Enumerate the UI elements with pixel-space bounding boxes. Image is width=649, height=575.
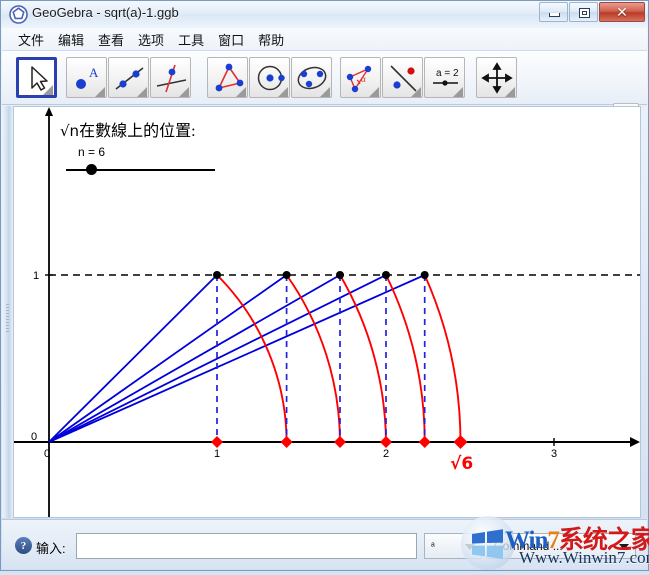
x-tick-label-1: 1 — [214, 448, 220, 460]
input-bar: ? 输入: ᵃ Command ... — [2, 519, 647, 569]
tool-submenu-corner[interactable] — [95, 87, 105, 97]
tool-slider[interactable]: a = 2 — [424, 57, 465, 98]
axis-point-sqrt6 — [453, 435, 468, 449]
blue-dashed-verticals-group — [216, 275, 426, 442]
blue-ray-sqrt5 — [48, 274, 426, 443]
tool-submenu-corner[interactable] — [411, 87, 421, 97]
axis-point-sqrt1 — [211, 436, 223, 448]
blue-ray-sqrt3 — [48, 274, 341, 443]
tool-submenu-corner[interactable] — [137, 87, 147, 97]
x-tick-label-0: 0 — [44, 448, 50, 460]
sqrt6-label: √6 — [450, 454, 473, 474]
svg-text:A: A — [89, 65, 99, 80]
input-label: 输入: — [36, 541, 66, 556]
tool-conic[interactable] — [291, 57, 332, 98]
x-axis-arrow — [630, 437, 640, 447]
red-arc-to-sqrt6 — [423, 274, 462, 443]
tool-submenu-corner[interactable] — [43, 85, 53, 95]
axis-point-sqrt3 — [334, 436, 346, 448]
menu-file[interactable]: 文件 — [11, 28, 51, 51]
superscript-dropdown[interactable]: ᵃ — [424, 533, 482, 559]
tool-submenu-corner[interactable] — [320, 87, 330, 97]
axis-point-sqrt4 — [380, 436, 392, 448]
question-mark-icon[interactable]: ? — [15, 537, 32, 554]
top-point-sqrt2 — [282, 271, 291, 279]
tool-move-graphics-view[interactable] — [476, 57, 517, 98]
menu-view[interactable]: 查看 — [91, 28, 131, 51]
y-tick-label-0: 0 — [31, 431, 37, 443]
tool-submenu-corner[interactable] — [453, 87, 463, 97]
window-title: GeoGebra - sqrt(a)-1.ggb — [32, 5, 179, 20]
algebra-view-splitter[interactable] — [2, 106, 13, 518]
geogebra-logo-icon — [9, 5, 28, 24]
superscript-dropdown-label: ᵃ — [431, 540, 435, 552]
minimize-icon — [549, 13, 560, 17]
chevron-down-icon — [465, 544, 475, 550]
close-icon: ✕ — [616, 3, 628, 20]
y-tick-label-1: 1 — [33, 270, 39, 282]
tool-submenu-corner[interactable] — [505, 87, 515, 97]
maximize-icon — [579, 8, 590, 18]
command-dropdown-label: Command ... — [494, 539, 563, 553]
menu-tools[interactable]: 工具 — [171, 28, 211, 51]
menu-help[interactable]: 帮助 — [251, 28, 291, 51]
tool-submenu-corner[interactable] — [369, 87, 379, 97]
close-button[interactable]: ✕ — [599, 2, 645, 22]
red-arc-to-sqrt4 — [339, 274, 387, 443]
svg-text:α: α — [361, 74, 366, 84]
red-arc-to-sqrt5 — [385, 274, 426, 443]
window-controls: ✕ — [538, 2, 645, 22]
maximize-button[interactable] — [569, 2, 598, 22]
top-point-sqrt3 — [336, 271, 344, 279]
tool-line-through-two-points[interactable] — [108, 57, 149, 98]
sqrt-construction-plot: 0 1 2 3 0 1 √6 — [14, 107, 640, 517]
blue-rays-group — [48, 274, 426, 443]
tool-point[interactable]: A — [66, 57, 107, 98]
menu-edit[interactable]: 编辑 — [51, 28, 91, 51]
top-point-sqrt1 — [213, 271, 221, 279]
geogebra-window: GeoGebra - sqrt(a)-1.ggb ✕ 文件 编辑 查看 选项 工… — [0, 0, 649, 571]
title-bar: GeoGebra - sqrt(a)-1.ggb ✕ — [1, 1, 648, 28]
menu-options[interactable]: 选项 — [131, 28, 171, 51]
menu-window[interactable]: 窗口 — [211, 28, 251, 51]
tool-reflect[interactable] — [382, 57, 423, 98]
tool-circle[interactable] — [249, 57, 290, 98]
x-tick-label-2: 2 — [383, 448, 389, 460]
axis-tick-labels: 0 1 2 3 0 1 — [31, 270, 557, 460]
tool-bar: A α a = 2 — [2, 51, 647, 150]
axis-point-sqrt5 — [418, 436, 431, 448]
top-point-sqrt4 — [382, 271, 390, 279]
command-input-field[interactable] — [76, 533, 417, 559]
tool-submenu-corner[interactable] — [179, 87, 189, 97]
y-axis-arrow — [45, 107, 53, 116]
blue-ray-sqrt1 — [48, 274, 218, 443]
tool-submenu-corner[interactable] — [236, 87, 246, 97]
x-tick-label-3: 3 — [551, 448, 557, 460]
minimize-button[interactable] — [539, 2, 568, 22]
top-point-sqrt5 — [420, 271, 429, 279]
svg-text:a = 2: a = 2 — [436, 68, 459, 79]
axis-point-sqrt2 — [280, 436, 293, 448]
menu-bar: 文件 编辑 查看 选项 工具 窗口 帮助 — [2, 28, 647, 51]
tool-angle[interactable]: α — [340, 57, 381, 98]
blue-ray-sqrt2 — [48, 274, 288, 443]
graphics-view[interactable]: √n在數線上的位置: n = 6 0 1 2 3 0 1 √6 — [13, 106, 641, 518]
tool-submenu-corner[interactable] — [278, 87, 288, 97]
chevron-down-icon — [619, 544, 629, 550]
command-dropdown[interactable]: Command ... — [486, 533, 636, 559]
tool-perpendicular-line[interactable] — [150, 57, 191, 98]
tool-move-cursor[interactable] — [16, 57, 57, 98]
tool-polygon[interactable] — [207, 57, 248, 98]
